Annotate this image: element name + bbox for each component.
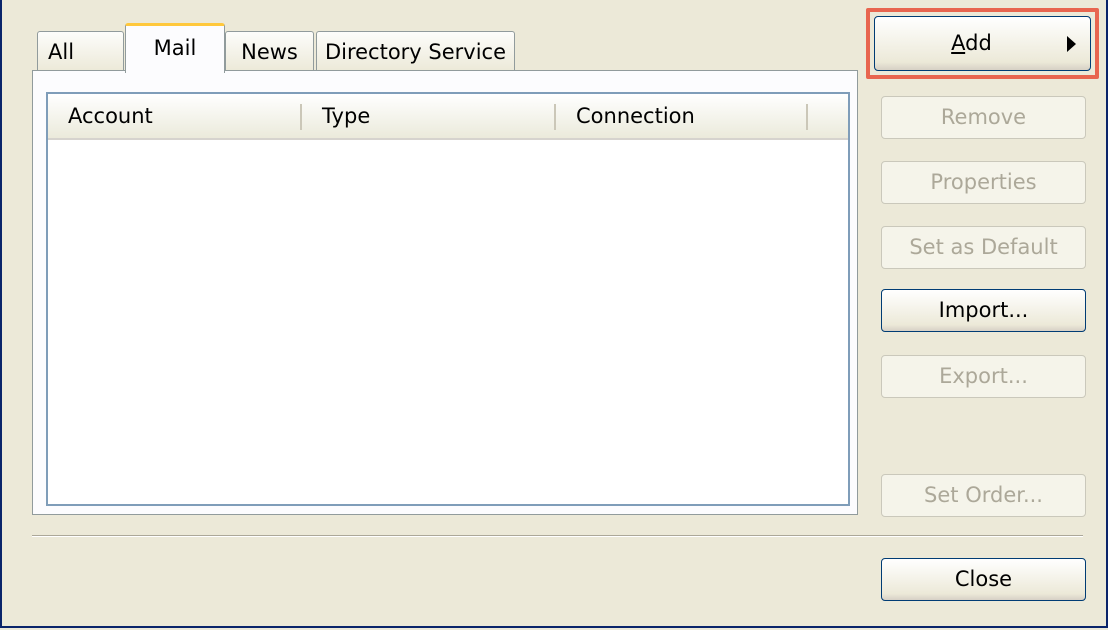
divider [32,535,1083,537]
add-button-label: Add [951,31,992,55]
accounts-dialog: All Mail News Directory Service Account … [0,0,1108,628]
tab-news[interactable]: News [225,31,314,71]
set-order-button[interactable]: Set Order... [881,474,1086,517]
properties-button[interactable]: Properties [881,161,1086,204]
column-header-account[interactable]: Account [48,94,300,138]
add-button[interactable]: Add [874,16,1091,71]
column-header-type[interactable]: Type [302,94,554,138]
column-separator[interactable] [806,104,808,130]
accounts-list[interactable]: Account Type Connection [46,92,850,506]
close-button[interactable]: Close [881,558,1086,601]
list-header: Account Type Connection [48,94,848,140]
export-button[interactable]: Export... [881,355,1086,398]
submenu-arrow-icon [1067,36,1076,52]
import-button[interactable]: Import... [881,289,1086,332]
column-header-connection[interactable]: Connection [556,94,806,138]
tab-directory-service[interactable]: Directory Service [316,31,515,71]
remove-button[interactable]: Remove [881,96,1086,139]
tab-mail[interactable]: Mail [125,23,225,73]
tab-all[interactable]: All [37,31,124,71]
set-as-default-button[interactable]: Set as Default [881,226,1086,269]
